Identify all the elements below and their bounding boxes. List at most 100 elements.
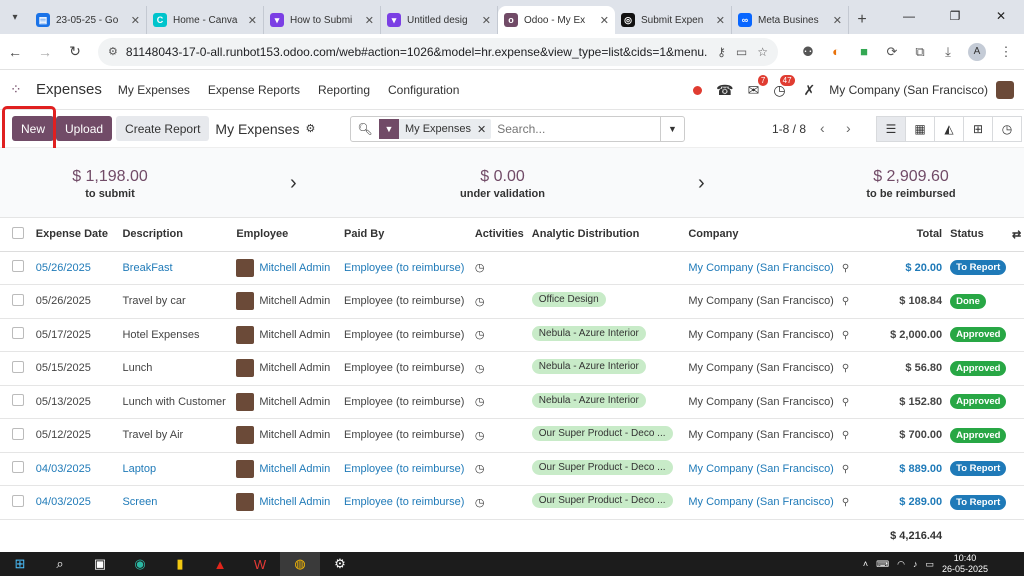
attachment-paperclip-icon[interactable]: ⚲ — [842, 397, 849, 408]
bookmark-star-icon[interactable]: ☆ — [757, 45, 768, 59]
row-checkbox[interactable] — [12, 461, 24, 474]
close-window-icon[interactable]: ✕ — [978, 0, 1024, 32]
company-switcher[interactable]: My Company (San Francisco) — [829, 83, 988, 97]
app-switcher-icon[interactable]: ⁘ — [10, 81, 30, 98]
browser-tab[interactable]: ▤ 23-05-25 - Go ✕ — [30, 6, 147, 34]
row-checkbox[interactable] — [12, 327, 24, 340]
search-input[interactable] — [497, 122, 660, 136]
attachment-paperclip-icon[interactable]: ⚲ — [842, 263, 849, 274]
attachment-paperclip-icon[interactable]: ⚲ — [842, 430, 849, 441]
col-total[interactable]: Total — [853, 218, 947, 252]
tray-chevron-up-icon[interactable]: ˄ — [863, 559, 868, 569]
tray-wifi-icon[interactable]: ◠ — [897, 559, 905, 570]
tab-close-icon[interactable]: ✕ — [716, 14, 725, 27]
table-row[interactable]: 05/12/2025 Travel by Air Mitchell Admin Emp… — [0, 418, 1024, 453]
col-employee[interactable]: Employee — [232, 218, 340, 252]
summary-to-be-reimbursed[interactable]: $ 2,909.60 to be reimbursed — [855, 168, 967, 200]
table-row[interactable]: 04/03/2025 Screen Mitchell Admin Employee (… — [0, 485, 1024, 520]
attachment-paperclip-icon[interactable]: ⚲ — [842, 363, 849, 374]
activity-clock-icon[interactable]: ◷ — [475, 396, 485, 408]
upload-button[interactable]: Upload — [56, 116, 113, 141]
user-avatar[interactable] — [996, 81, 1014, 99]
restore-icon[interactable]: ❐ — [932, 0, 978, 32]
address-bar[interactable]: ⚙ 81148043-17-0-all.runbot153.odoo.com/w… — [98, 37, 778, 66]
wps-office-icon[interactable]: W — [240, 552, 280, 576]
forward-icon[interactable]: → — [30, 44, 60, 60]
remove-facet-icon[interactable]: ✕ — [477, 123, 491, 136]
tray-language-icon[interactable]: ⌨ — [876, 559, 889, 570]
acrobat-icon[interactable]: ▲ — [200, 552, 240, 576]
graph-view-icon[interactable]: ◭ — [934, 116, 964, 142]
search-options-dropdown-icon[interactable]: ▼ — [660, 117, 684, 141]
menu-configuration[interactable]: Configuration — [388, 83, 459, 97]
settings-icon[interactable]: ⚙ — [320, 552, 360, 576]
activities-clock-icon[interactable]: ◷ 47 — [773, 74, 795, 99]
activity-clock-icon[interactable]: ◷ — [475, 430, 485, 442]
extension-circle-icon[interactable]: ◐ — [822, 44, 850, 59]
tools-icon[interactable]: ✗ — [804, 82, 816, 99]
taskbar-search-icon[interactable]: ⌕ — [40, 552, 80, 576]
download-icon[interactable]: ⤓ — [934, 44, 962, 60]
browser-tab[interactable]: ∞ Meta Busines ✕ — [732, 6, 849, 34]
table-row[interactable]: 05/13/2025 Lunch with Customer Mitchell Ad… — [0, 385, 1024, 419]
extension-sync-icon[interactable]: ⟳ — [878, 44, 906, 60]
recording-dot-icon[interactable] — [693, 85, 703, 95]
app-name[interactable]: Expenses — [36, 81, 102, 98]
activity-view-icon[interactable]: ◷ — [992, 116, 1022, 142]
col-expense-date[interactable]: Expense Date — [31, 218, 119, 252]
new-tab-button[interactable]: + — [849, 6, 875, 34]
gear-icon[interactable]: ⚙ — [305, 122, 315, 135]
menu-my-expenses[interactable]: My Expenses — [118, 83, 190, 97]
password-key-icon[interactable]: ⚷ — [717, 45, 726, 59]
windows-start-icon[interactable]: ⊞ — [0, 552, 40, 576]
select-all-checkbox[interactable] — [12, 226, 24, 239]
activity-clock-icon[interactable]: ◷ — [475, 296, 485, 308]
col-company[interactable]: Company — [684, 218, 838, 252]
extension-robot-icon[interactable]: ⚉ — [794, 44, 822, 60]
browser-tab[interactable]: ◎ Submit Expen ✕ — [615, 6, 732, 34]
browser-tab[interactable]: C Home - Canva ✕ — [147, 6, 264, 34]
minimize-icon[interactable]: — — [886, 0, 932, 32]
col-status[interactable]: Status — [946, 218, 1013, 252]
row-checkbox[interactable] — [12, 293, 24, 306]
profile-avatar[interactable]: A — [968, 42, 986, 61]
attachment-paperclip-icon[interactable]: ⚲ — [842, 464, 849, 475]
edge-icon[interactable]: ◉ — [120, 552, 160, 576]
pager-next-icon[interactable]: › — [846, 120, 851, 136]
table-row[interactable]: 05/26/2025 BreakFast Mitchell Admin Employe… — [0, 251, 1024, 285]
power-bi-icon[interactable]: ▮ — [160, 552, 200, 576]
reload-icon[interactable]: ↻ — [60, 43, 90, 60]
row-checkbox[interactable] — [12, 494, 24, 507]
activity-clock-icon[interactable]: ◷ — [475, 363, 485, 375]
table-row[interactable]: 05/15/2025 Lunch Mitchell Admin Employee (t… — [0, 351, 1024, 386]
summary-under-validation[interactable]: $ 0.00 under validation — [450, 168, 555, 200]
row-checkbox[interactable] — [12, 360, 24, 373]
phone-icon[interactable]: ☎ — [716, 82, 733, 99]
pivot-view-icon[interactable]: ⊞ — [963, 116, 993, 142]
table-row[interactable]: 05/26/2025 Travel by car Mitchell Admin Emp… — [0, 284, 1024, 319]
tray-battery-icon[interactable]: ▭ — [925, 559, 934, 570]
summary-to-submit[interactable]: $ 1,198.00 to submit — [60, 168, 160, 200]
activity-clock-icon[interactable]: ◷ — [475, 262, 485, 274]
activity-clock-icon[interactable]: ◷ — [475, 497, 485, 509]
tab-close-icon[interactable]: ✕ — [248, 14, 257, 27]
kanban-view-icon[interactable]: ▦ — [905, 116, 935, 142]
browser-tab[interactable]: ▾ Untitled desig ✕ — [381, 6, 498, 34]
row-checkbox[interactable] — [12, 427, 24, 440]
col-analytic-distribution[interactable]: Analytic Distribution — [527, 218, 685, 252]
taskbar-clock[interactable]: 10:40 26-05-2025 — [942, 553, 988, 575]
activity-clock-icon[interactable]: ◷ — [475, 329, 485, 341]
browser-menu-icon[interactable]: ⋮ — [992, 44, 1020, 60]
site-info-icon[interactable]: ⚙ — [108, 45, 118, 58]
pager-value[interactable]: 1-8 / 8 — [772, 122, 806, 136]
tray-volume-icon[interactable]: ♪ — [913, 559, 918, 569]
row-checkbox[interactable] — [12, 394, 24, 407]
tab-search-icon[interactable]: ▾ — [0, 0, 30, 34]
attachment-paperclip-icon[interactable]: ⚲ — [842, 330, 849, 341]
extension-color-icon[interactable]: ■ — [850, 44, 878, 59]
table-row[interactable]: 04/03/2025 Laptop Mitchell Admin Employee (… — [0, 452, 1024, 486]
extensions-puzzle-icon[interactable]: ⧉ — [906, 44, 934, 60]
attachment-paperclip-icon[interactable]: ⚲ — [842, 296, 849, 307]
col-activities[interactable]: Activities — [470, 218, 528, 252]
back-icon[interactable]: ← — [0, 44, 30, 60]
